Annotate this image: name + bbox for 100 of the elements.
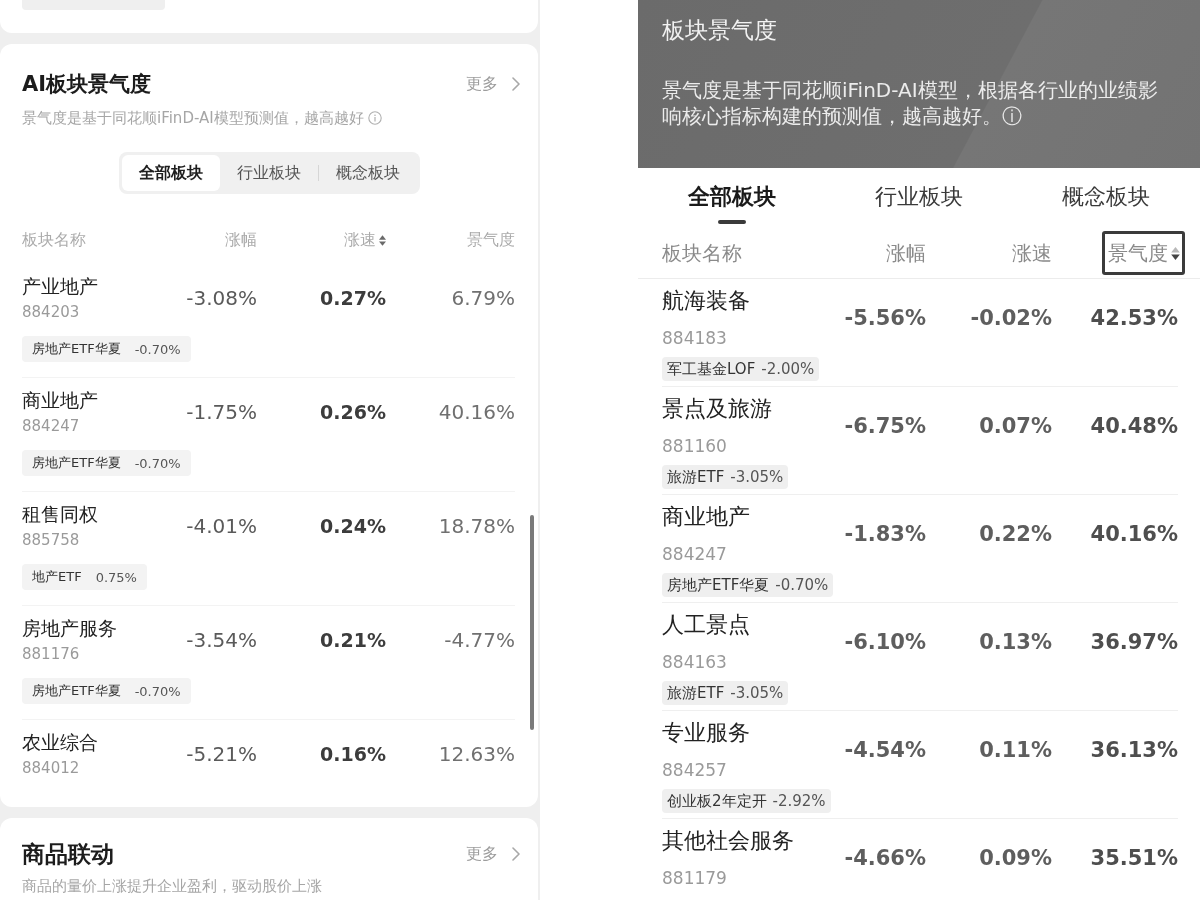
speed-value: 0.22%: [979, 522, 1052, 546]
change-value: -4.01%: [186, 514, 257, 538]
fund-tag[interactable]: 地产ETF 0.75%: [22, 564, 147, 590]
speed-value: 0.07%: [979, 414, 1052, 438]
speed-value: 0.21%: [320, 629, 386, 651]
change-value: -4.66%: [844, 846, 926, 870]
speed-value: 0.26%: [320, 401, 386, 423]
card-subtitle: 景气度是基于同花顺iFinD-AI模型预测值，越高越好: [22, 108, 364, 128]
column-header: 板块名称: [22, 229, 86, 251]
banner-title: 板块景气度: [662, 16, 778, 44]
fund-tag[interactable]: 房地产ETF华夏 -0.70%: [22, 336, 191, 362]
sort-icon[interactable]: [1171, 246, 1180, 260]
sector-code: 881179: [662, 867, 727, 889]
fund-tag[interactable]: 房地产ETF华夏 -0.70%: [22, 450, 191, 476]
sector-code: 884012: [22, 758, 80, 778]
sector-name: 人工景点: [662, 611, 750, 639]
prosperity-value: 40.16%: [1090, 522, 1178, 546]
change-value: -1.75%: [186, 400, 257, 424]
sector-code: 884247: [662, 543, 727, 565]
fund-name: 房地产ETF华夏: [32, 682, 121, 700]
change-value: -3.08%: [186, 286, 257, 310]
sector-name: 商业地产: [22, 388, 98, 412]
sector-code: 881176: [22, 644, 80, 664]
fund-name: 旅游ETF: [667, 683, 725, 703]
fund-change: -0.70%: [134, 455, 181, 471]
fund-change: 0.75%: [95, 569, 137, 585]
fund-tag[interactable]: 创业板2年定开 -2.92%: [662, 789, 831, 813]
prosperity-value: 36.97%: [1090, 630, 1178, 654]
change-value: -5.21%: [186, 742, 257, 766]
sector-name: 房地产服务: [22, 616, 117, 640]
fund-change: -2.92%: [772, 792, 826, 810]
fund-change: -0.70%: [775, 576, 829, 594]
fund-change: -3.05%: [730, 684, 784, 702]
column-header: 涨幅: [886, 241, 926, 265]
sector-code: 884257: [662, 759, 727, 781]
column-header: 涨幅: [225, 229, 257, 251]
speed-value: 0.27%: [320, 287, 386, 309]
change-value: -6.75%: [844, 414, 926, 438]
change-value: -1.83%: [844, 522, 926, 546]
sector-code: 884247: [22, 416, 80, 436]
speed-value: 0.09%: [979, 846, 1052, 870]
prosperity-value: 42.53%: [1090, 306, 1178, 330]
fund-tag[interactable]: 房地产ETF华夏 -0.70%: [662, 573, 834, 597]
change-value: -3.54%: [186, 628, 257, 652]
sector-name: 航海装备: [662, 287, 750, 315]
chevron-right-icon: [512, 77, 520, 91]
fund-name: 军工基金LOF: [667, 359, 756, 379]
column-header: 景气度: [467, 229, 515, 251]
column-header: 涨速: [1012, 241, 1052, 265]
prosperity-value: 40.16%: [438, 400, 515, 424]
prosperity-value: 36.13%: [1090, 738, 1178, 762]
fund-change: -3.05%: [730, 468, 784, 486]
sector-name: 专业服务: [662, 719, 750, 747]
fund-name: 房地产ETF华夏: [32, 340, 121, 358]
tab[interactable]: 行业板块: [871, 168, 967, 211]
fund-change: -0.70%: [134, 341, 181, 357]
change-value: -5.56%: [844, 306, 926, 330]
speed-value: -0.02%: [970, 306, 1052, 330]
fund-name: 房地产ETF华夏: [667, 575, 770, 595]
fund-name: 房地产ETF华夏: [32, 454, 121, 472]
fund-change: -0.70%: [134, 683, 181, 699]
prosperity-value: -4.77%: [444, 628, 515, 652]
chevron-right-icon: [512, 847, 520, 861]
sector-name: 商业地产: [662, 503, 750, 531]
sector-name: 其他社会服务: [662, 827, 794, 855]
sector-code: 885758: [22, 530, 80, 550]
sector-code: 884203: [22, 302, 80, 322]
fund-name: 创业板2年定开: [667, 791, 767, 811]
column-header: 板块名称: [662, 241, 742, 265]
sector-name: 产业地产: [22, 274, 98, 298]
fund-tag[interactable]: 旅游ETF -3.05%: [662, 681, 789, 705]
prosperity-value: 12.63%: [438, 742, 515, 766]
card-title: 商品联动: [22, 840, 114, 868]
prosperity-value: 35.51%: [1090, 846, 1178, 870]
segment-tab[interactable]: 行业板块: [219, 155, 318, 191]
fund-name: 旅游ETF: [667, 467, 725, 487]
tab[interactable]: 全部板块: [683, 168, 780, 224]
sector-name: 景点及旅游: [662, 395, 772, 423]
banner-description: 景气度是基于同花顺iFinD-AI模型，根据各行业的业绩影响核心指标构建的预测值，越高越好。ⓘ: [662, 77, 1159, 129]
sector-code: 884183: [662, 327, 727, 349]
sector-name: 租售同权: [22, 502, 98, 526]
prosperity-value: 40.48%: [1090, 414, 1178, 438]
fund-tag[interactable]: 军工基金LOF -2.00%: [662, 357, 820, 381]
tab-indicator: [717, 220, 746, 224]
prosperity-value: 18.78%: [438, 514, 515, 538]
sector-code: 884163: [662, 651, 727, 673]
speed-value: 0.13%: [979, 630, 1052, 654]
tab[interactable]: 概念板块: [1058, 168, 1155, 211]
segment-tab[interactable]: 概念板块: [318, 155, 417, 191]
fund-tag[interactable]: 房地产ETF华夏 -0.70%: [22, 678, 191, 704]
speed-value: 0.11%: [979, 738, 1052, 762]
sector-code: 881160: [662, 435, 727, 457]
sort-icon[interactable]: [379, 234, 386, 246]
fund-name: 地产ETF: [32, 568, 82, 586]
fund-change: -2.00%: [761, 360, 815, 378]
segment-tab[interactable]: 全部板块: [121, 155, 220, 191]
fund-tag[interactable]: 旅游ETF -3.05%: [662, 465, 789, 489]
sector-name: 农业综合: [22, 730, 98, 754]
change-value: -6.10%: [844, 630, 926, 654]
prosperity-value: 6.79%: [451, 286, 515, 310]
